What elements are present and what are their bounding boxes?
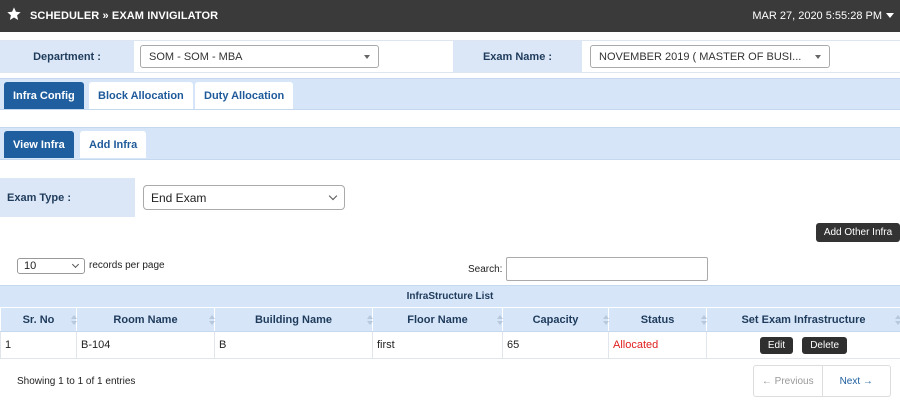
records-per-page-label: records per page [89, 260, 165, 271]
previous-page-button[interactable]: ← Previous [754, 366, 823, 396]
cell-sr-no: 1 [0, 331, 77, 359]
add-other-infra-button[interactable]: Add Other Infra [816, 223, 900, 242]
exam-name-value: NOVEMBER 2019 ( MASTER OF BUSI... [599, 50, 802, 63]
sub-tab-bar: View Infra Add Infra [0, 127, 900, 160]
page-title: SCHEDULER » EXAM INVIGILATOR [30, 10, 219, 22]
search-label: Search: [468, 264, 503, 275]
tab-infra-config[interactable]: Infra Config [4, 82, 84, 109]
table-caption: InfraStructure List [0, 285, 900, 307]
chevron-down-icon [71, 260, 80, 269]
next-page-button[interactable]: Next → [823, 366, 891, 396]
top-bar: SCHEDULER » EXAM INVIGILATOR MAR 27, 202… [0, 0, 900, 32]
tab-view-infra[interactable]: View Infra [4, 131, 74, 158]
delete-button[interactable]: Delete [802, 336, 848, 354]
dropdown-arrow-icon [815, 55, 821, 59]
tab-duty-allocation[interactable]: Duty Allocation [195, 82, 294, 109]
dropdown-arrow-icon [364, 55, 370, 59]
column-header-sr-no[interactable]: Sr. No [0, 307, 77, 332]
datetime-label: MAR 27, 2020 5:55:28 PM [752, 10, 882, 22]
cell-capacity: 65 [502, 331, 609, 359]
table-row: 1 B-104 B first 65 Allocated Edit Delete [0, 331, 900, 359]
user-menu-caret-icon[interactable] [886, 13, 894, 18]
exam-type-select[interactable]: End Exam [143, 185, 345, 210]
column-header-status[interactable]: Status [608, 307, 707, 332]
pagination: ← Previous Next → [753, 365, 891, 397]
chevron-down-icon [328, 191, 338, 201]
search-input[interactable] [506, 257, 708, 281]
entries-info: Showing 1 to 1 of 1 entries [17, 376, 136, 387]
tab-add-infra[interactable]: Add Infra [80, 131, 147, 158]
department-select[interactable]: SOM - SOM - MBA [140, 45, 379, 68]
exam-name-select[interactable]: NOVEMBER 2019 ( MASTER OF BUSI... [590, 45, 830, 68]
cell-actions: Edit Delete [706, 331, 900, 359]
column-header-set-exam-infrastructure[interactable]: Set Exam Infrastructure [706, 307, 900, 332]
column-header-floor-name[interactable]: Floor Name [372, 307, 503, 332]
cell-floor-name: first [372, 331, 503, 359]
department-value: SOM - SOM - MBA [149, 50, 243, 63]
column-header-building-name[interactable]: Building Name [214, 307, 373, 332]
page-length-select[interactable]: 10 [17, 258, 85, 274]
exam-name-label: Exam Name : [453, 41, 582, 72]
main-tab-bar: Infra Config Block Allocation Duty Alloc… [0, 78, 900, 110]
department-label: Department : [0, 41, 134, 72]
filter-row: Department : SOM - SOM - MBA Exam Name :… [0, 40, 900, 73]
cell-building-name: B [214, 331, 373, 359]
exam-type-label: Exam Type : [0, 178, 135, 217]
star-icon[interactable] [6, 6, 22, 22]
page-length-value: 10 [24, 260, 37, 272]
infrastructure-table: Sr. No Room Name Building Name Floor Nam… [0, 307, 900, 359]
cell-status: Allocated [608, 331, 707, 359]
table-header-row: Sr. No Room Name Building Name Floor Nam… [0, 307, 900, 332]
column-header-capacity[interactable]: Capacity [502, 307, 609, 332]
edit-button[interactable]: Edit [759, 336, 794, 354]
exam-type-value: End Exam [151, 190, 207, 205]
column-header-room-name[interactable]: Room Name [76, 307, 215, 332]
cell-room-name: B-104 [76, 331, 215, 359]
tab-block-allocation[interactable]: Block Allocation [89, 82, 193, 109]
